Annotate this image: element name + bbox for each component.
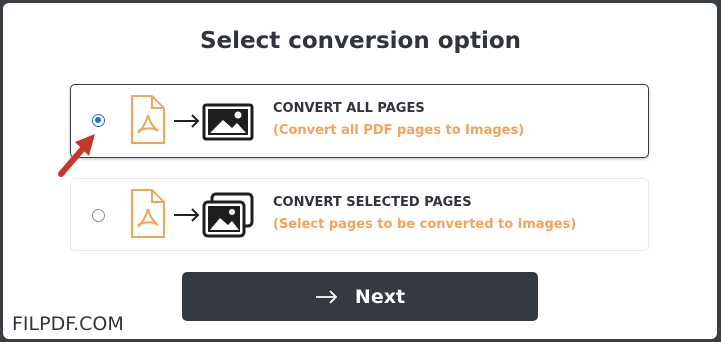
radio-convert-selected-pages[interactable]	[92, 209, 105, 222]
pdf-to-images-icon	[131, 189, 254, 238]
option-description: (Select pages to be converted to images)	[273, 217, 577, 232]
arrow-right-icon	[315, 289, 339, 304]
page-title: Select conversion option	[199, 28, 522, 54]
option-title: CONVERT ALL PAGES	[273, 101, 425, 116]
pointer-arrow-icon	[58, 134, 95, 177]
watermark: FILPDF.COM	[12, 313, 124, 335]
option-convert-all-pages[interactable]: CONVERT ALL PAGES (Convert all PDF pages…	[70, 84, 649, 158]
pdf-to-image-icon	[131, 95, 254, 144]
next-button[interactable]: Next	[182, 272, 538, 321]
radio-convert-all-pages[interactable]	[92, 114, 105, 127]
option-title: CONVERT SELECTED PAGES	[273, 195, 472, 210]
next-button-label: Next	[354, 285, 406, 308]
option-convert-selected-pages[interactable]: CONVERT SELECTED PAGES (Select pages to …	[70, 178, 649, 251]
option-description: (Convert all PDF pages to Images)	[273, 123, 525, 138]
